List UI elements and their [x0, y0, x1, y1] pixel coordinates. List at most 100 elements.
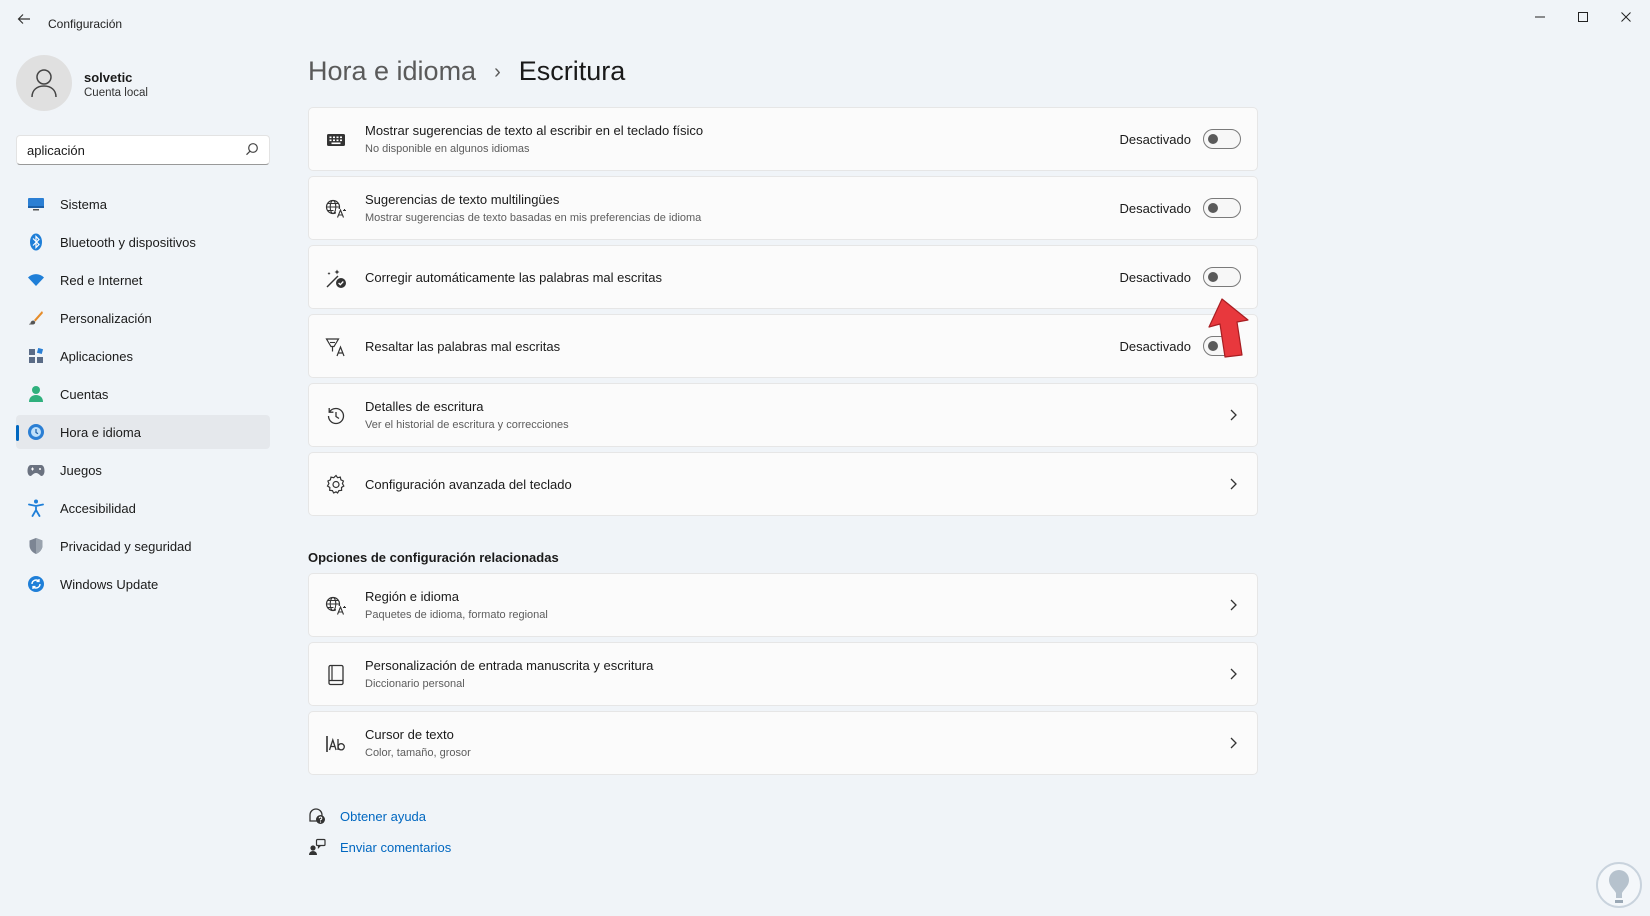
sidebar-item-sistema[interactable]: Sistema [16, 187, 270, 221]
get-help-text[interactable]: Obtener ayuda [340, 809, 426, 824]
search-input[interactable] [17, 136, 227, 164]
setting-subtitle: Diccionario personal [365, 678, 465, 690]
toggle-status: Desactivado [1119, 339, 1191, 354]
sidebar-item-personalizacion[interactable]: Personalización [16, 301, 270, 335]
update-icon [27, 575, 45, 593]
red-pointer-arrow-icon [1208, 298, 1249, 358]
back-button[interactable] [14, 12, 34, 32]
sidebar-item-bluetooth[interactable]: Bluetooth y dispositivos [16, 225, 270, 259]
chevron-right-icon [1230, 668, 1237, 680]
multilingual-suggestions-toggle[interactable] [1203, 198, 1241, 218]
gamepad-icon [27, 461, 45, 479]
time-language-icon [27, 423, 45, 441]
setting-card-typing-details[interactable]: Detalles de escritura Ver el historial d… [308, 383, 1258, 447]
avatar[interactable] [16, 55, 72, 111]
sidebar-item-label: Privacidad y seguridad [60, 538, 192, 554]
setting-subtitle: Ver el historial de escritura y correcci… [365, 419, 569, 431]
sidebar-item-label: Personalización [60, 310, 152, 326]
toggle-knob [1208, 134, 1218, 144]
sidebar-item-label: Accesibilidad [60, 500, 136, 516]
profile-account-type: Cuenta local [84, 87, 148, 99]
highlight-spelling-icon [325, 336, 347, 358]
minimize-icon [1535, 16, 1545, 18]
sidebar-item-red[interactable]: Red e Internet [16, 263, 270, 297]
solvetic-watermark-icon [1596, 862, 1642, 908]
sidebar-item-label: Aplicaciones [60, 348, 133, 364]
text-cursor-icon [325, 733, 347, 755]
get-help-link[interactable]: Obtener ayuda [308, 807, 426, 825]
bluetooth-icon [27, 233, 45, 251]
person-icon [27, 385, 45, 403]
history-icon [325, 405, 347, 427]
autocorrect-icon [325, 267, 347, 289]
sidebar-item-aplicaciones[interactable]: Aplicaciones [16, 339, 270, 373]
sidebar-item-label: Bluetooth y dispositivos [60, 234, 196, 250]
feedback-icon [308, 838, 326, 856]
notebook-icon [325, 664, 347, 686]
sidebar-item-hora-idioma[interactable]: Hora e idioma [16, 415, 270, 449]
autocorrect-toggle[interactable] [1203, 267, 1241, 287]
physical-keyboard-suggestions-toggle[interactable] [1203, 129, 1241, 149]
related-card-region-language[interactable]: Región e idioma Paquetes de idioma, form… [308, 573, 1258, 637]
sidebar-nav: Sistema Bluetooth y dispositivos Red e I… [16, 187, 270, 605]
maximize-button[interactable] [1563, 6, 1603, 30]
setting-card-autocorrect: Corregir automáticamente las palabras ma… [308, 245, 1258, 309]
breadcrumb-separator: › [494, 61, 501, 83]
search-icon[interactable] [245, 142, 259, 156]
shield-icon [27, 537, 45, 555]
sidebar-item-label: Sistema [60, 196, 107, 212]
page-title: Escritura [518, 56, 626, 86]
setting-title: Región e idioma [365, 589, 459, 604]
close-icon [1621, 12, 1631, 22]
setting-title: Configuración avanzada del teclado [365, 477, 572, 492]
setting-title: Sugerencias de texto multilingües [365, 192, 560, 207]
sidebar-item-label: Hora e idioma [60, 424, 141, 440]
sidebar-item-label: Red e Internet [60, 272, 143, 288]
breadcrumb-parent[interactable]: Hora e idioma [308, 56, 476, 87]
setting-subtitle: Color, tamaño, grosor [365, 747, 471, 759]
profile-name: solvetic [84, 70, 133, 85]
minimize-button[interactable] [1520, 6, 1560, 30]
setting-subtitle: No disponible en algunos idiomas [365, 143, 530, 155]
setting-title: Corregir automáticamente las palabras ma… [365, 270, 662, 285]
setting-subtitle: Paquetes de idioma, formato regional [365, 609, 548, 621]
system-icon [27, 195, 45, 213]
sidebar-item-windows-update[interactable]: Windows Update [16, 567, 270, 601]
send-feedback-link[interactable]: Enviar comentarios [308, 838, 451, 856]
sidebar-item-cuentas[interactable]: Cuentas [16, 377, 270, 411]
sidebar-item-accesibilidad[interactable]: Accesibilidad [16, 491, 270, 525]
sidebar-item-label: Juegos [60, 462, 102, 478]
setting-title: Detalles de escritura [365, 399, 484, 414]
keyboard-icon [325, 129, 347, 151]
brush-icon [27, 309, 45, 327]
setting-card-advanced-keyboard[interactable]: Configuración avanzada del teclado [308, 452, 1258, 516]
language-icon [325, 198, 347, 220]
sidebar-item-juegos[interactable]: Juegos [16, 453, 270, 487]
related-card-handwriting-personalization[interactable]: Personalización de entrada manuscrita y … [308, 642, 1258, 706]
search-box[interactable] [16, 135, 270, 165]
setting-subtitle: Mostrar sugerencias de texto basadas en … [365, 212, 702, 224]
app-title: Configuración [48, 17, 123, 31]
breadcrumb: Hora e idioma › Escritura [308, 56, 625, 87]
related-card-text-cursor[interactable]: Cursor de texto Color, tamaño, grosor [308, 711, 1258, 775]
toggle-status: Desactivado [1119, 270, 1191, 285]
sidebar-item-privacidad[interactable]: Privacidad y seguridad [16, 529, 270, 563]
send-feedback-text[interactable]: Enviar comentarios [340, 840, 451, 855]
toggle-knob [1208, 272, 1218, 282]
chevron-right-icon [1230, 478, 1237, 490]
close-button[interactable] [1606, 6, 1646, 30]
setting-card-physical-keyboard-suggestions: Mostrar sugerencias de texto al escribir… [308, 107, 1258, 171]
setting-card-multilingual-suggestions: Sugerencias de texto multilingües Mostra… [308, 176, 1258, 240]
sidebar-item-label: Cuentas [60, 386, 109, 402]
gear-icon [325, 474, 347, 496]
chevron-right-icon [1230, 409, 1237, 421]
toggle-knob [1208, 203, 1218, 213]
language-icon [325, 595, 347, 617]
toggle-status: Desactivado [1119, 201, 1191, 216]
wifi-icon [27, 271, 45, 289]
setting-title: Cursor de texto [365, 727, 454, 742]
apps-icon [27, 347, 45, 365]
back-arrow-icon [17, 14, 30, 24]
sidebar-item-label: Windows Update [60, 576, 159, 592]
setting-card-highlight-misspelled: Resaltar las palabras mal escritas Desac… [308, 314, 1258, 378]
